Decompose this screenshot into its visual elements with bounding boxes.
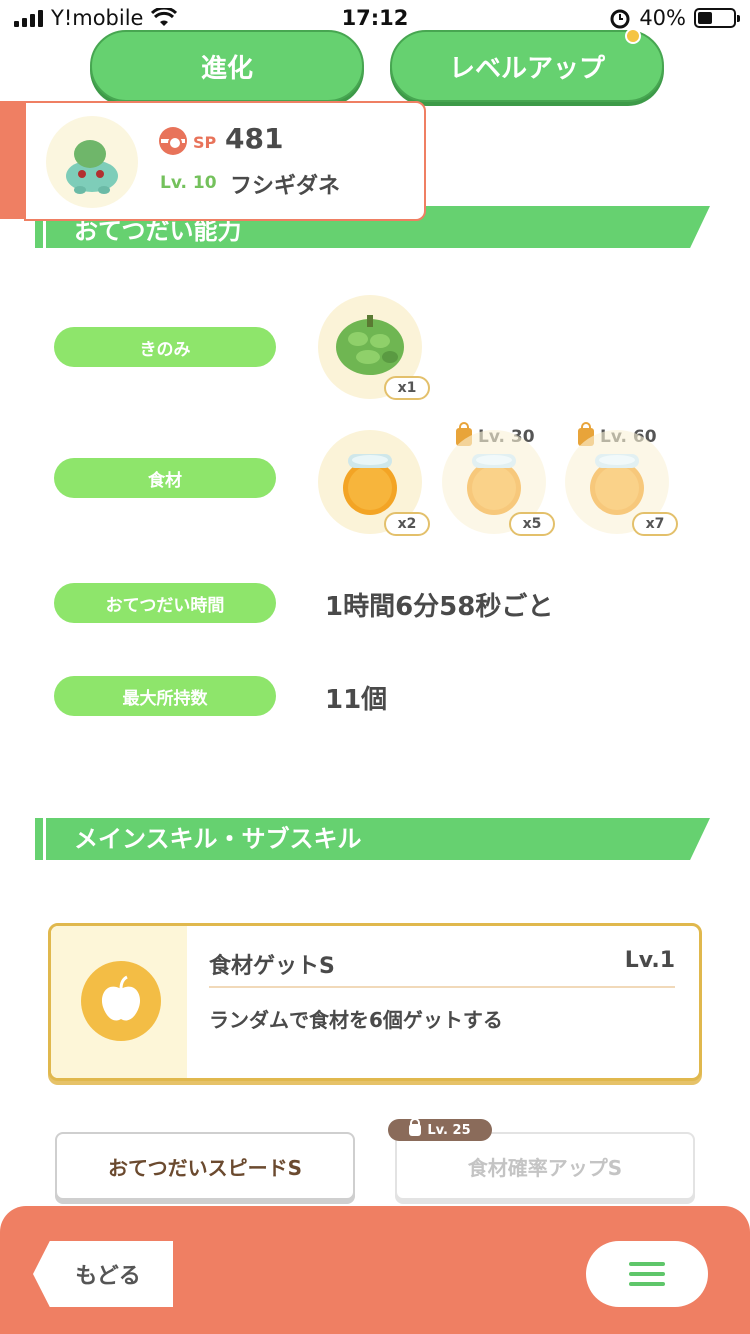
alarm-icon <box>610 9 630 29</box>
sub-skill-button-1[interactable]: おてつだいスピードS <box>55 1132 355 1200</box>
max-carry-label: 最大所持数 <box>54 676 276 716</box>
max-carry-value: 11個 <box>325 685 388 715</box>
status-right-group: 40% <box>609 6 740 30</box>
ingredient-count-badge-1: x2 <box>384 512 430 536</box>
sub-skill-unlock-level: Lv. 25 <box>427 1122 471 1138</box>
battery-percent: 40% <box>639 6 686 30</box>
main-skill-name: 食材ゲットS <box>209 954 335 979</box>
lock-icon <box>409 1118 422 1136</box>
sp-value: 481 <box>225 122 284 155</box>
menu-icon <box>629 1262 665 1266</box>
ingredient-count-badge-2: x5 <box>509 512 555 536</box>
divider <box>209 986 675 988</box>
section-bar <box>35 818 43 860</box>
help-time-value: 1時間6分58秒ごと <box>325 592 554 622</box>
main-skill-card[interactable]: 食材ゲットS Lv.1 ランダムで食材を6個ゲットする <box>48 923 702 1081</box>
sub-skill-button-2[interactable]: 食材確率アップS <box>395 1132 695 1200</box>
skill-icon-circle <box>81 961 161 1041</box>
menu-button[interactable] <box>586 1241 708 1307</box>
pokemon-name: フシギダネ <box>230 174 341 199</box>
berry-count-badge: x1 <box>384 376 430 400</box>
main-skill-description: ランダムで食材を6個ゲットする <box>209 1008 503 1032</box>
battery-icon <box>694 8 740 28</box>
pokeball-icon <box>159 127 187 155</box>
back-button[interactable]: もどる <box>33 1241 173 1307</box>
skills-section-title: メインスキル・サブスキル <box>46 818 710 860</box>
sp-label: SP <box>193 133 217 152</box>
bulbasaur-icon <box>66 140 118 194</box>
help-time-label: おてつだい時間 <box>54 583 276 623</box>
berry-label: きのみ <box>54 327 276 367</box>
pokemon-avatar <box>46 116 138 208</box>
ingredient-count-badge-3: x7 <box>632 512 678 536</box>
notification-dot <box>625 28 641 44</box>
main-skill-level: Lv.1 <box>624 948 675 973</box>
evolve-button[interactable]: 進化 <box>90 30 364 102</box>
apple-icon <box>101 975 141 1021</box>
pokemon-level: Lv. 10 <box>160 173 217 193</box>
sub-skill-lock-tag: Lv. 25 <box>388 1118 492 1141</box>
ingredient-label: 食材 <box>54 458 276 498</box>
level-up-button[interactable]: レベルアップ <box>390 30 664 102</box>
